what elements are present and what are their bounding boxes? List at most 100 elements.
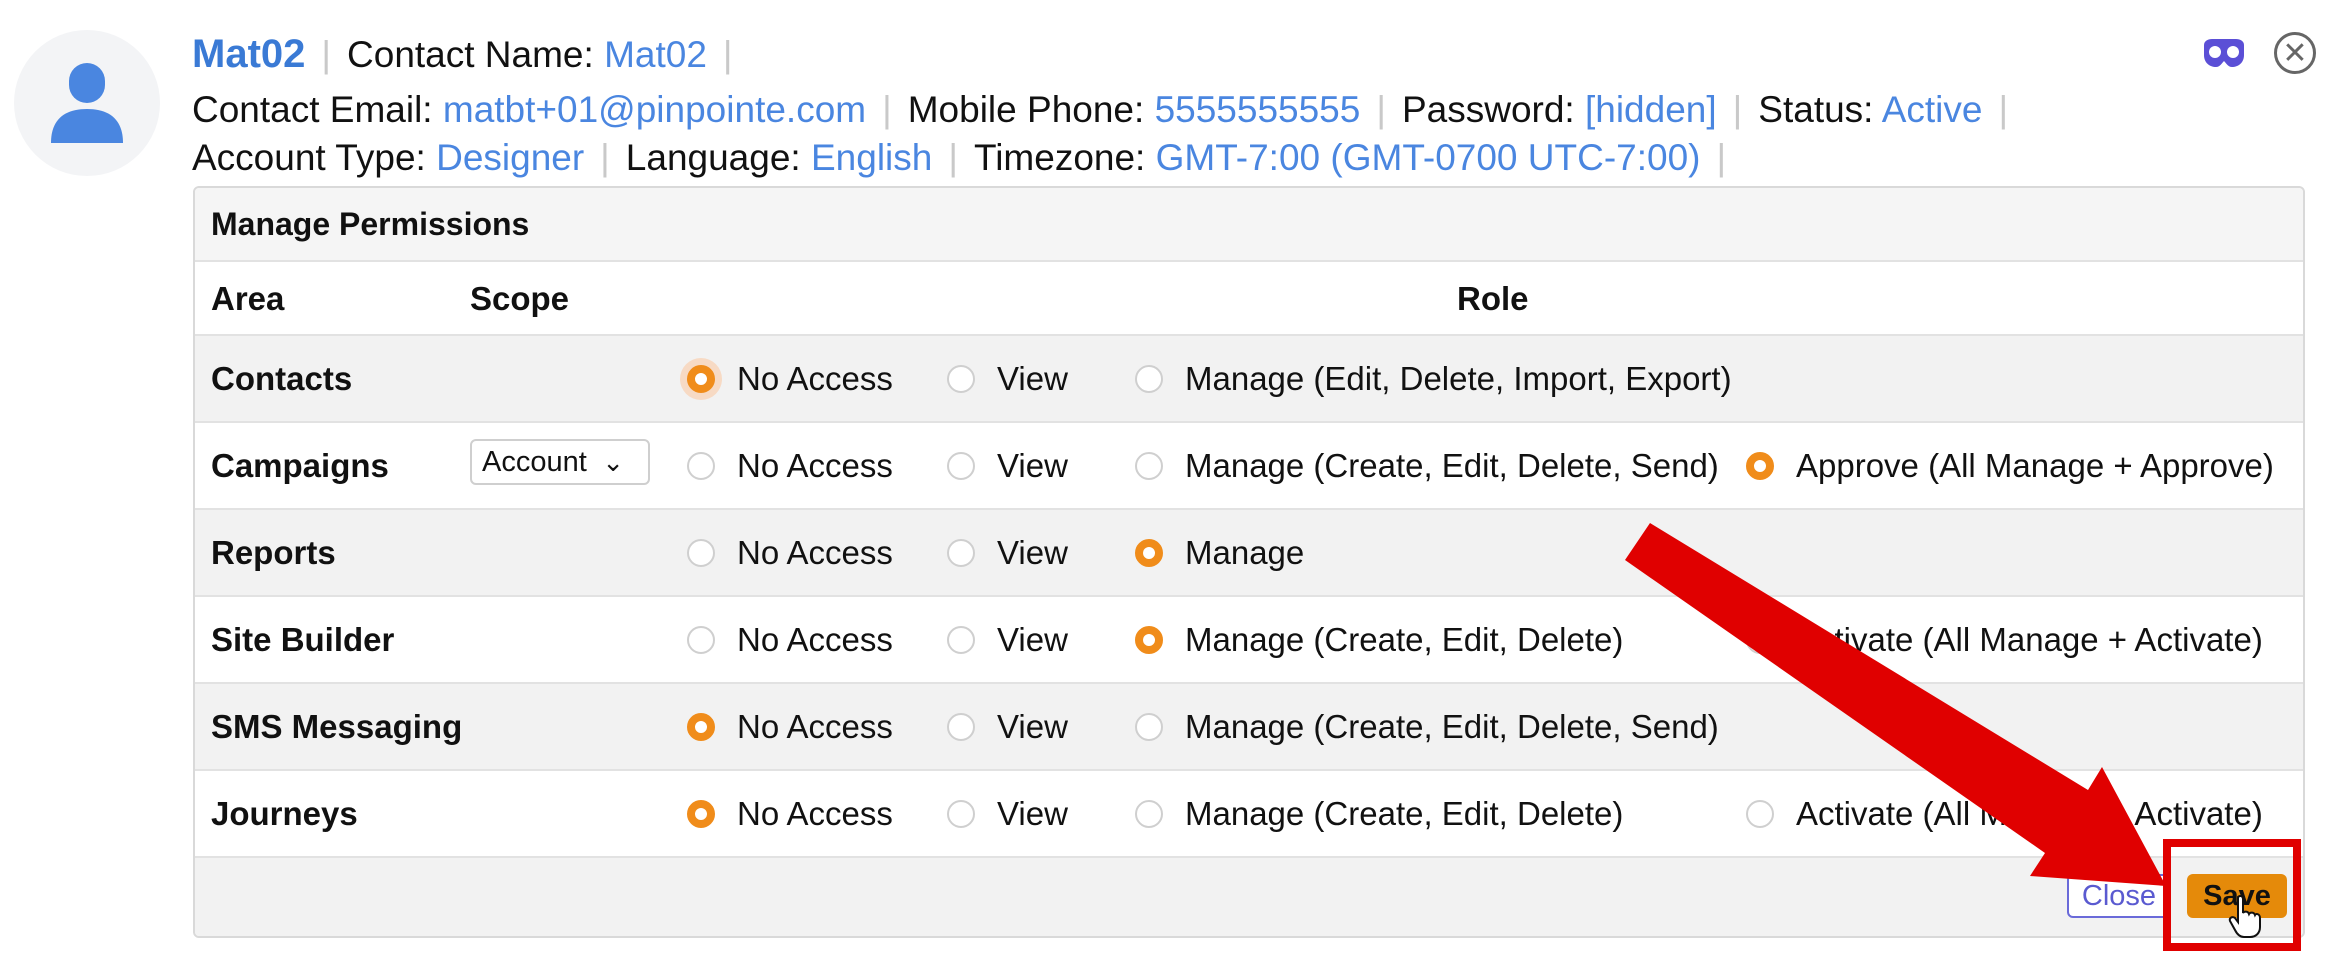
option-label: Manage (Create, Edit, Delete)	[1185, 621, 1624, 658]
mobile-phone-label: Mobile Phone:	[907, 89, 1145, 130]
radio-button[interactable]	[1135, 452, 1163, 480]
option-label: No Access	[737, 360, 893, 397]
area-label: Campaigns	[211, 447, 389, 484]
password-label: Password:	[1401, 89, 1575, 130]
option-label: No Access	[737, 621, 893, 658]
timezone-value[interactable]: GMT-7:00 (GMT-0700 UTC-7:00)	[1156, 137, 1701, 178]
campaigns-approve-option[interactable]: Approve (All Manage + Approve)	[1746, 447, 2274, 485]
scope-select[interactable]: Account ⌄	[470, 439, 650, 485]
journeys-view-option[interactable]: View	[947, 795, 1068, 833]
radio-button[interactable]	[1135, 800, 1163, 828]
radio-button[interactable]	[687, 626, 715, 654]
language-label: Language:	[625, 137, 801, 178]
reports-no-access-option[interactable]: No Access	[687, 534, 893, 572]
radio-button[interactable]	[947, 539, 975, 567]
option-label: Activate (All Manage + Activate)	[1796, 795, 2263, 832]
header-line-1: Mat02 | Contact Name: Mat02 |	[192, 30, 2192, 86]
status-value[interactable]: Active	[1882, 89, 1983, 130]
separator: |	[1732, 89, 1743, 130]
contacts-manage-option[interactable]: Manage (Edit, Delete, Import, Export)	[1135, 360, 1732, 398]
radio-button[interactable]	[1135, 626, 1163, 654]
radio-button[interactable]	[947, 800, 975, 828]
language-value[interactable]: English	[811, 137, 932, 178]
password-value[interactable]: [hidden]	[1585, 89, 1717, 130]
sms-no-access-option[interactable]: No Access	[687, 708, 893, 746]
option-label: Manage (Edit, Delete, Import, Export)	[1185, 360, 1732, 397]
option-label: Manage (Create, Edit, Delete, Send)	[1185, 447, 1719, 484]
account-type-value[interactable]: Designer	[436, 137, 584, 178]
option-label: Manage	[1185, 534, 1305, 571]
radio-button[interactable]	[1135, 365, 1163, 393]
radio-button[interactable]	[687, 452, 715, 480]
option-label: Manage (Create, Edit, Delete)	[1185, 795, 1624, 832]
area-label: SMS Messaging	[211, 708, 463, 745]
area-label: Site Builder	[211, 621, 395, 658]
table-row-contacts: Contacts No Access View Manage (Edit, De…	[195, 336, 2303, 423]
reports-manage-option[interactable]: Manage	[1135, 534, 1304, 572]
radio-button[interactable]	[947, 452, 975, 480]
table-header: Area Scope Role	[195, 262, 2303, 336]
sms-manage-option[interactable]: Manage (Create, Edit, Delete, Send)	[1135, 708, 1719, 746]
chevron-down-icon: ⌄	[602, 447, 624, 477]
radio-button[interactable]	[1135, 713, 1163, 741]
journeys-manage-option[interactable]: Manage (Create, Edit, Delete)	[1135, 795, 1623, 833]
option-label: View	[997, 708, 1068, 745]
contact-name-value: Mat02	[604, 34, 707, 75]
radio-button[interactable]	[687, 713, 715, 741]
panel-footer: Close Save	[195, 858, 2303, 936]
avatar	[14, 30, 160, 176]
permissions-panel: Manage Permissions Area Scope Role Conta…	[193, 186, 2305, 938]
sms-view-option[interactable]: View	[947, 708, 1068, 746]
radio-button[interactable]	[947, 626, 975, 654]
campaigns-no-access-option[interactable]: No Access	[687, 447, 893, 485]
header-line-2: Contact Email: matbt+01@pinpointe.com | Mo…	[192, 86, 2192, 134]
radio-button[interactable]	[687, 539, 715, 567]
close-circle-icon[interactable]: ✕	[2274, 32, 2316, 74]
contact-email-value[interactable]: matbt+01@pinpointe.com	[443, 89, 866, 130]
radio-button[interactable]	[1746, 452, 1774, 480]
option-label: View	[997, 447, 1068, 484]
site-builder-no-access-option[interactable]: No Access	[687, 621, 893, 659]
radio-button[interactable]	[687, 800, 715, 828]
radio-button[interactable]	[947, 365, 975, 393]
separator: |	[321, 34, 332, 75]
separator: |	[1716, 137, 1727, 178]
site-builder-view-option[interactable]: View	[947, 621, 1068, 659]
mask-icon[interactable]	[2202, 39, 2246, 67]
contact-email-label: Contact Email:	[192, 89, 433, 130]
column-header-scope: Scope	[470, 280, 570, 317]
area-label: Reports	[211, 534, 336, 571]
header-line-3: Account Type: Designer | Language: English…	[192, 134, 2192, 182]
journeys-activate-option[interactable]: Activate (All Manage + Activate)	[1746, 795, 2263, 833]
radio-button[interactable]	[687, 365, 715, 393]
radio-button[interactable]	[947, 713, 975, 741]
journeys-no-access-option[interactable]: No Access	[687, 795, 893, 833]
option-label: No Access	[737, 708, 893, 745]
option-label: Manage (Create, Edit, Delete, Send)	[1185, 708, 1719, 745]
scope-select-value: Account	[482, 446, 587, 478]
radio-button[interactable]	[1746, 626, 1774, 654]
account-type-label: Account Type:	[192, 137, 426, 178]
site-builder-manage-option[interactable]: Manage (Create, Edit, Delete)	[1135, 621, 1623, 659]
mobile-phone-value[interactable]: 5555555555	[1155, 89, 1361, 130]
panel-title: Manage Permissions	[195, 188, 2303, 262]
contacts-no-access-option[interactable]: No Access	[687, 360, 893, 398]
close-button[interactable]: Close	[2067, 874, 2171, 918]
table-row-sms-messaging: SMS Messaging No Access View Manage (Cre…	[195, 684, 2303, 771]
area-label: Contacts	[211, 360, 353, 397]
campaigns-manage-option[interactable]: Manage (Create, Edit, Delete, Send)	[1135, 447, 1719, 485]
radio-button[interactable]	[1135, 539, 1163, 567]
radio-button[interactable]	[1746, 800, 1774, 828]
column-header-role: Role	[1457, 280, 1529, 317]
header-actions: ✕	[2202, 32, 2316, 74]
contact-title: Mat02	[192, 32, 306, 76]
table-row-reports: Reports No Access View Manage	[195, 510, 2303, 597]
separator: |	[600, 137, 610, 178]
site-builder-activate-option[interactable]: Activate (All Manage + Activate)	[1746, 621, 2263, 659]
reports-view-option[interactable]: View	[947, 534, 1068, 572]
area-label: Journeys	[211, 795, 358, 832]
contacts-view-option[interactable]: View	[947, 360, 1068, 398]
option-label: No Access	[737, 534, 893, 571]
contact-header: Mat02 | Contact Name: Mat02 | Contact Email…	[192, 30, 2192, 182]
campaigns-view-option[interactable]: View	[947, 447, 1068, 485]
